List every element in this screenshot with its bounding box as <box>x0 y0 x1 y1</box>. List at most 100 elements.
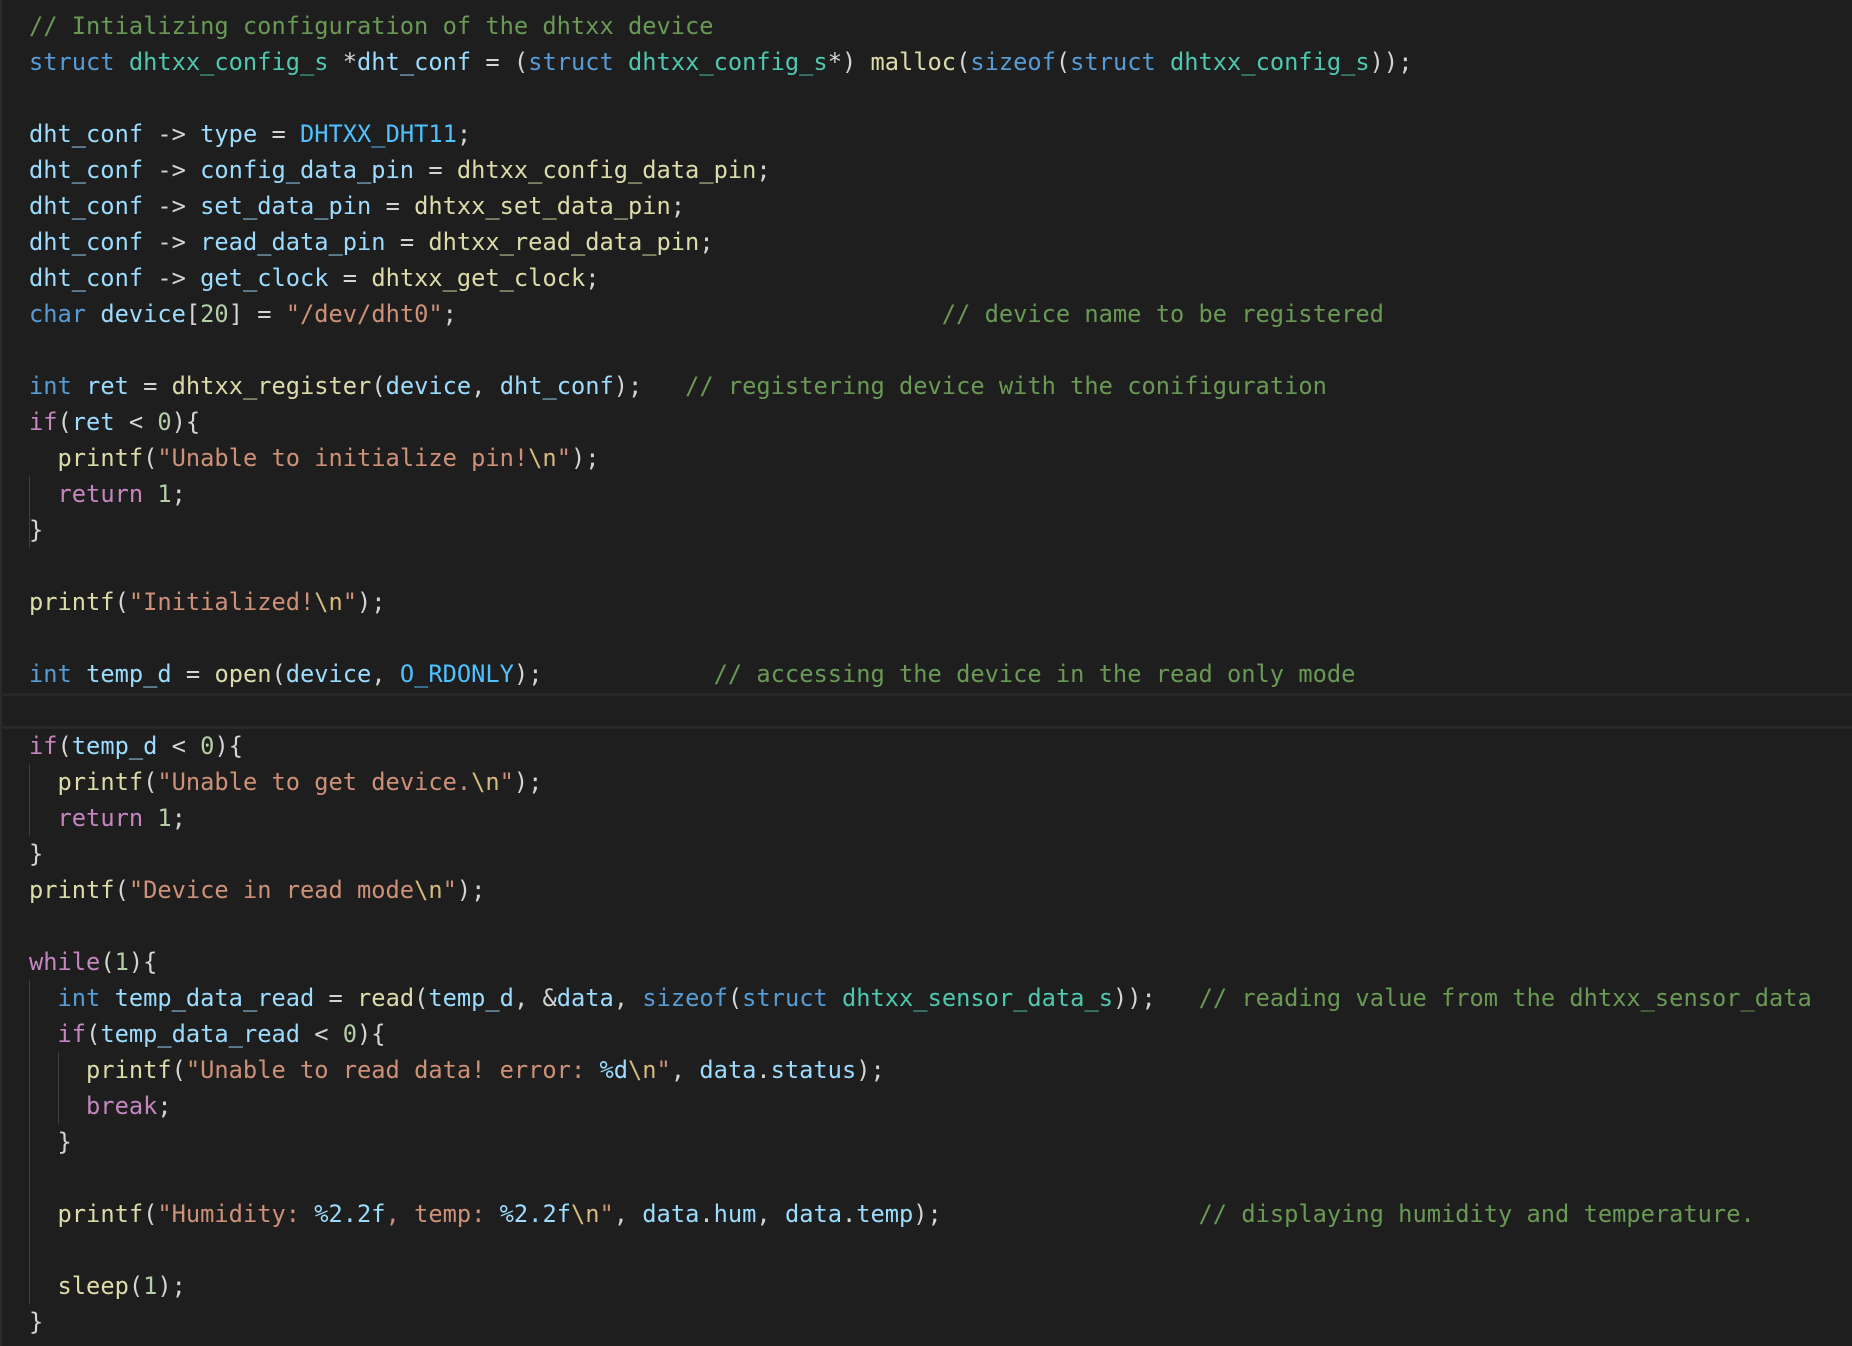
token-comment: // accessing the device in the read only… <box>713 660 1356 688</box>
code-line[interactable]: printf("Unable to read data! error: %d\n… <box>29 1052 1812 1088</box>
code-line[interactable]: } <box>29 1304 1812 1340</box>
token-punct: ( <box>57 408 72 436</box>
token-keyword: int <box>29 660 72 688</box>
code-line[interactable] <box>29 80 1812 116</box>
token-variable: dht_conf <box>29 156 144 184</box>
token-punct: )); <box>1112 984 1156 1012</box>
code-line[interactable] <box>29 620 1812 656</box>
token-punct: ( <box>57 732 72 760</box>
token-variable: type <box>200 120 258 148</box>
code-line[interactable]: while(1){ <box>29 944 1812 980</box>
code-line[interactable] <box>29 548 1812 584</box>
token-variable: set_data_pin <box>200 192 372 220</box>
code-line[interactable] <box>29 332 1812 368</box>
code-line[interactable]: if(ret < 0){ <box>29 404 1812 440</box>
code-line[interactable]: printf("Device in read mode\n"); <box>29 872 1812 908</box>
token-number: 1 <box>114 948 129 976</box>
token-punct: ){ <box>171 408 201 436</box>
code-line[interactable]: dht_conf -> type = DHTXX_DHT11; <box>29 116 1812 152</box>
code-line[interactable]: int temp_data_read = read(temp_d, &data,… <box>29 980 1812 1016</box>
token-type: dhtxx_config_s <box>128 48 329 76</box>
code-line[interactable]: dht_conf -> config_data_pin = dhtxx_conf… <box>29 152 1812 188</box>
token-punct: ); <box>456 876 486 904</box>
token-punct: } <box>29 516 44 544</box>
token-variable: temp_data_read <box>100 1020 300 1048</box>
code-line[interactable]: dht_conf -> get_clock = dhtxx_get_clock; <box>29 260 1812 296</box>
code-line[interactable]: if(temp_d < 0){ <box>29 728 1812 764</box>
code-line[interactable]: dht_conf -> read_data_pin = dhtxx_read_d… <box>29 224 1812 260</box>
code-line[interactable]: } <box>29 836 1812 872</box>
token-variable: temp_d <box>428 984 514 1012</box>
token-punct: } <box>29 1308 44 1336</box>
code-line[interactable]: return 1; <box>29 800 1812 836</box>
code-line[interactable]: printf("Unable to initialize pin!\n"); <box>29 440 1812 476</box>
token-keyword: int <box>57 984 101 1012</box>
code-line[interactable]: struct dhtxx_config_s *dht_conf = (struc… <box>29 44 1812 80</box>
token-keyword: int <box>29 372 72 400</box>
token-punct: . <box>841 1200 857 1228</box>
code-line[interactable]: break; <box>29 1088 1812 1124</box>
code-line[interactable]: // Intializing configuration of the dhtx… <box>29 8 1812 44</box>
token-escape: \n <box>628 1056 657 1084</box>
token-variable: data <box>642 1200 700 1228</box>
code-line[interactable] <box>29 692 1812 728</box>
indent-guide <box>29 476 30 548</box>
code-editor[interactable]: // Intializing configuration of the dhtx… <box>0 0 1852 1346</box>
token-operator: -> <box>157 156 186 184</box>
token-function: open <box>214 660 272 688</box>
token-comment: // registering device with the conifigur… <box>685 372 1327 400</box>
token-punct: ; <box>699 228 714 256</box>
token-punct: ); <box>357 588 386 616</box>
code-line[interactable]: printf("Initialized!\n"); <box>29 584 1812 620</box>
token-operator: = <box>485 48 500 76</box>
token-variable: dht_conf <box>357 48 472 76</box>
token-punct: ( <box>371 372 386 400</box>
token-string: "Unable to read data! error: <box>185 1056 600 1084</box>
code-line[interactable]: return 1; <box>29 476 1812 512</box>
token-punct: ; <box>157 1092 172 1120</box>
code-line[interactable]: char device[20] = "/dev/dht0"; // device… <box>29 296 1812 332</box>
code-line[interactable]: int temp_d = open(device, O_RDONLY); // … <box>29 656 1812 692</box>
code-line[interactable]: printf("Unable to get device.\n"); <box>29 764 1812 800</box>
code-line[interactable]: sleep(1); <box>29 1268 1812 1304</box>
token-punct: ; <box>670 192 686 220</box>
token-variable: temp_d <box>71 732 158 760</box>
token-format: %2.2f <box>499 1200 571 1228</box>
token-control: break <box>86 1092 158 1120</box>
token-string: " <box>499 768 514 796</box>
code-line[interactable] <box>29 1160 1812 1196</box>
token-punct: ; <box>756 156 771 184</box>
token-string: " <box>599 1200 614 1228</box>
code-area[interactable]: // Intializing configuration of the dhtx… <box>29 8 1812 1340</box>
code-line[interactable] <box>29 1232 1812 1268</box>
code-line[interactable]: printf("Humidity: %2.2f, temp: %2.2f\n",… <box>29 1196 1812 1232</box>
token-control: return <box>57 804 144 832</box>
token-punct: ; <box>585 264 600 292</box>
code-line[interactable]: if(temp_data_read < 0){ <box>29 1016 1812 1052</box>
token-string: "/dev/dht0" <box>285 300 443 328</box>
code-line[interactable]: dht_conf -> set_data_pin = dhtxx_set_dat… <box>29 188 1812 224</box>
code-line[interactable] <box>29 908 1812 944</box>
code-line[interactable]: } <box>29 512 1812 548</box>
code-line[interactable]: int ret = dhtxx_register(device, dht_con… <box>29 368 1812 404</box>
code-line[interactable]: } <box>29 1124 1812 1160</box>
token-punct: ) <box>841 48 857 76</box>
